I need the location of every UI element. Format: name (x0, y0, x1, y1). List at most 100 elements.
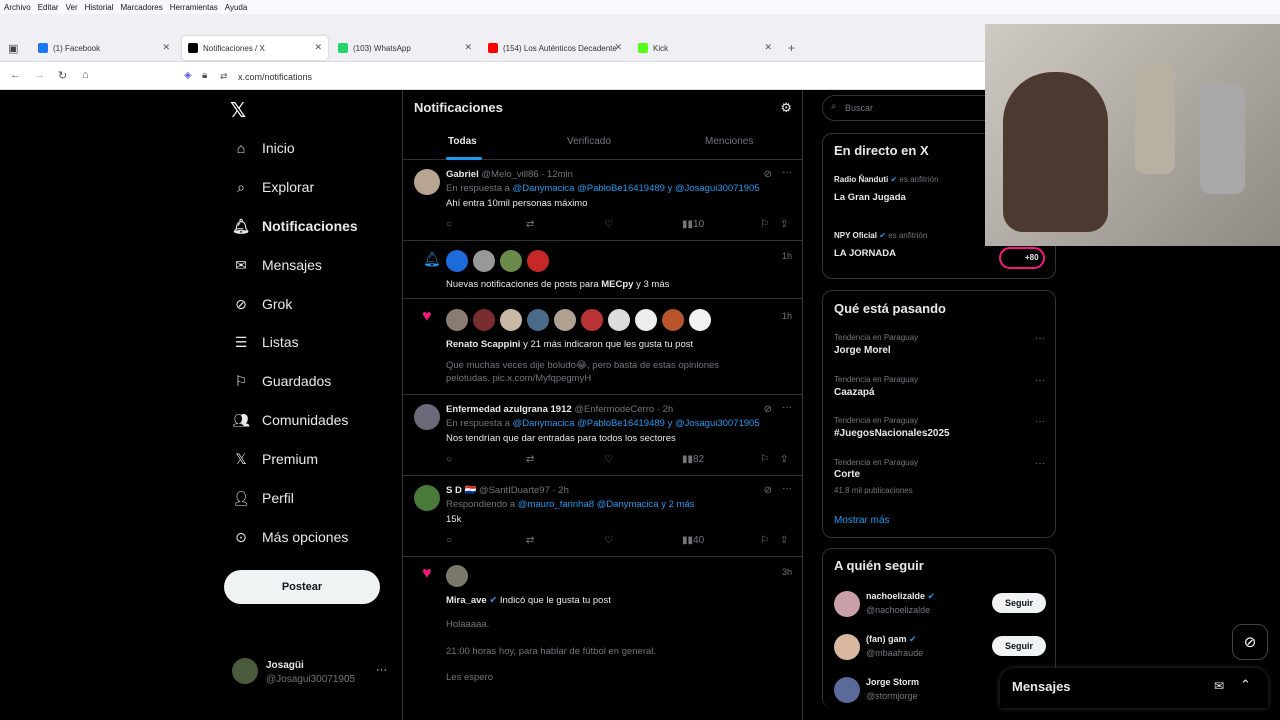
messages-drawer[interactable]: Mensajes ✉ ⌃ (1000, 668, 1268, 708)
more-icon[interactable]: ··· (782, 483, 792, 494)
author-name[interactable]: S D 🇵🇾 (446, 485, 476, 496)
trend-name[interactable]: #JuegosNacionales2025 (834, 428, 950, 439)
menu-historial[interactable]: Historial (81, 0, 117, 12)
bookmark-icon[interactable]: ⚐ (760, 219, 769, 230)
x-logo-icon[interactable]: 𝕏 (230, 98, 246, 123)
trend-name[interactable]: Corte (834, 469, 860, 480)
tab-facebook[interactable]: (1) Facebook ✕ (32, 36, 176, 60)
tab-x[interactable]: Notificaciones / X ✕ (182, 36, 328, 60)
listener-count[interactable]: +80 (999, 247, 1045, 269)
nav-premium[interactable]: 𝕏 Premium (230, 444, 400, 474)
reply-icon[interactable]: ○ (446, 454, 452, 465)
grok-icon[interactable]: ⊘ (764, 485, 772, 496)
more-icon[interactable]: ··· (1035, 458, 1045, 469)
notification-reply[interactable]: S D 🇵🇾 @SantIDuarte97 · 2h ⊘ ··· Respond… (403, 476, 802, 557)
tab-verificado[interactable]: Verificado (567, 136, 611, 147)
menu-herramientas[interactable]: Herramientas (166, 0, 221, 12)
more-icon[interactable]: ··· (1035, 416, 1045, 427)
permissions-icon[interactable]: ⇄ (220, 71, 228, 82)
new-tab-icon[interactable]: + (788, 41, 795, 55)
repost-icon[interactable]: ⇄ (526, 219, 534, 230)
views-icon[interactable]: ▮▮ 82 (682, 454, 704, 465)
tab-kick[interactable]: Kick ✕ (632, 36, 778, 60)
show-more-link[interactable]: Mostrar más (834, 515, 890, 526)
shield-icon[interactable]: ◈ (184, 70, 192, 81)
repost-icon[interactable]: ⇄ (526, 454, 534, 465)
share-icon[interactable]: ⇪ (780, 535, 788, 546)
close-icon[interactable]: ✕ (314, 42, 322, 53)
bookmark-icon[interactable]: ⚐ (760, 535, 769, 546)
user-name[interactable]: Jorge Storm (866, 677, 919, 687)
mentions[interactable]: @Danymacica @PabloBe16419489 y @Josagui3… (513, 183, 760, 194)
author-name[interactable]: MECpy (601, 279, 633, 290)
close-icon[interactable]: ✕ (614, 42, 622, 53)
tab-menciones[interactable]: Menciones (705, 136, 753, 147)
nav-notificaciones[interactable]: 🔔︎ Notificaciones (230, 211, 400, 241)
author-name[interactable]: Enfermedad azulgrana 1912 (446, 404, 572, 415)
nav-mensajes[interactable]: ✉ Mensajes (230, 250, 400, 280)
nav-perfil[interactable]: 👤︎ Perfil (230, 483, 400, 513)
menu-ver[interactable]: Ver (62, 0, 81, 12)
menu-archivo[interactable]: Archivo (0, 0, 34, 12)
like-icon[interactable]: ♡ (604, 454, 613, 465)
more-icon[interactable]: ··· (1035, 375, 1045, 386)
space-host[interactable]: NPY Oficial (834, 231, 877, 240)
nav-listas[interactable]: ☰ Listas (230, 327, 400, 357)
menu-marcadores[interactable]: Marcadores (117, 0, 166, 12)
author-name[interactable]: Renato Scappini (446, 339, 520, 350)
reply-icon[interactable]: ○ (446, 535, 452, 546)
follow-button[interactable]: Seguir (992, 636, 1046, 656)
like-icon[interactable]: ♡ (604, 535, 613, 546)
nav-inicio[interactable]: ⌂ Inicio (230, 133, 400, 163)
space-host[interactable]: Radio Ñanduti (834, 175, 888, 184)
reply-icon[interactable]: ○ (446, 219, 452, 230)
nav-guardados[interactable]: ⚐ Guardados (230, 366, 400, 396)
forward-icon[interactable]: → (34, 69, 45, 81)
reload-icon[interactable]: ↻ (58, 69, 67, 82)
follow-button[interactable]: Seguir (992, 593, 1046, 613)
like-icon[interactable]: ♡ (604, 219, 613, 230)
space-title[interactable]: LA JORNADA (834, 248, 896, 259)
notification-new-posts[interactable]: 🔔︎ 1h Nuevas notificaciones de posts par… (403, 241, 802, 299)
close-icon[interactable]: ✕ (764, 42, 772, 53)
user-name[interactable]: (fan) gam (866, 634, 907, 644)
nav-mas-opciones[interactable]: ⊙ Más opciones (230, 522, 400, 552)
user-name[interactable]: nachoelizalde (866, 591, 925, 601)
repost-icon[interactable]: ⇄ (526, 535, 534, 546)
tab-youtube[interactable]: (154) Los Auténticos Decadente ✕ (482, 36, 628, 60)
bookmark-icon[interactable]: ⚐ (760, 454, 769, 465)
home-icon[interactable]: ⌂ (82, 69, 89, 81)
lock-icon[interactable]: 🔒︎ (202, 70, 207, 81)
views-icon[interactable]: ▮▮ 10 (682, 219, 704, 230)
tab-whatsapp[interactable]: (103) WhatsApp ✕ (332, 36, 478, 60)
author-name[interactable]: Mira_ave (446, 595, 487, 606)
back-icon[interactable]: ← (10, 69, 21, 81)
share-icon[interactable]: ⇪ (780, 454, 788, 465)
notification-reply[interactable]: Gabriel @Melo_vill86 · 12min ⊘ ··· En re… (403, 160, 802, 241)
url-bar[interactable]: x.com/notifications (238, 72, 312, 82)
tab-list-icon[interactable]: ▣ (8, 42, 18, 55)
menu-ayuda[interactable]: Ayuda (221, 0, 251, 12)
trend-name[interactable]: Jorge Morel (834, 345, 891, 356)
trend-name[interactable]: Caazapá (834, 387, 875, 398)
more-icon[interactable]: ··· (376, 664, 387, 676)
gear-icon[interactable]: ⚙ (780, 100, 792, 116)
account-switcher[interactable]: Josagüi @Josagui30071905 ··· (232, 658, 392, 688)
close-icon[interactable]: ✕ (162, 42, 170, 53)
more-icon[interactable]: ··· (782, 167, 792, 178)
nav-grok[interactable]: ⊘ Grok (230, 289, 400, 319)
tab-todas[interactable]: Todas (448, 136, 477, 147)
nav-comunidades[interactable]: 👥︎ Comunidades (230, 405, 400, 435)
close-icon[interactable]: ✕ (464, 42, 472, 53)
grok-icon[interactable]: ⊘ (764, 169, 772, 180)
space-title[interactable]: La Gran Jugada (834, 192, 906, 203)
views-icon[interactable]: ▮▮ 40 (682, 535, 704, 546)
grok-icon[interactable]: ⊘ (1232, 624, 1268, 660)
post-button[interactable]: Postear (224, 570, 380, 604)
new-message-icon[interactable]: ✉ (1214, 679, 1224, 693)
mentions[interactable]: @Danymacica @PabloBe16419489 y @Josagui3… (513, 418, 760, 429)
grok-icon[interactable]: ⊘ (764, 404, 772, 415)
notification-like[interactable]: ♥ 3h Mira_ave ✔ Indicó que le gusta tu p… (403, 557, 802, 720)
more-icon[interactable]: ··· (782, 402, 792, 413)
author-name[interactable]: Gabriel (446, 169, 479, 180)
